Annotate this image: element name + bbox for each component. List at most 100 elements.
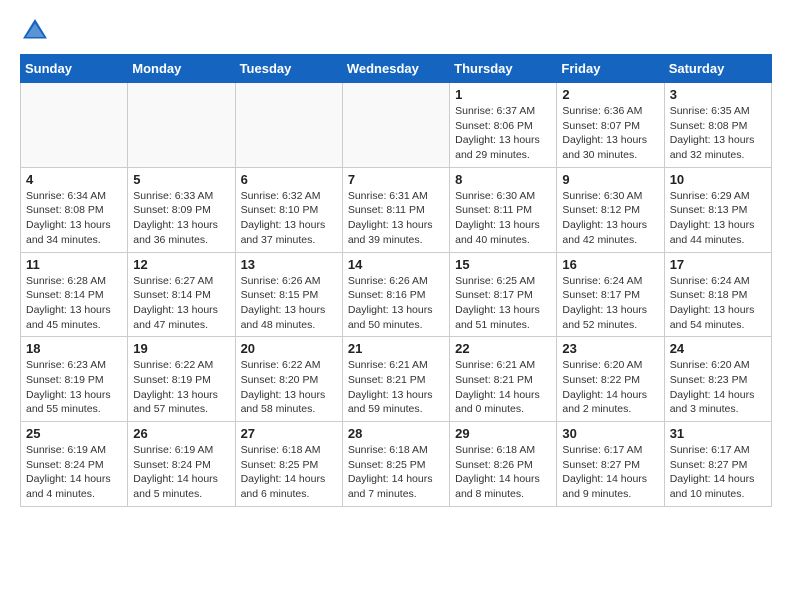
calendar-table: SundayMondayTuesdayWednesdayThursdayFrid… — [20, 54, 772, 507]
calendar-cell: 26 Sunrise: 6:19 AM Sunset: 8:24 PM Dayli… — [128, 422, 235, 507]
calendar-cell: 19Sunrise: 6:22 AM Sunset: 8:19 PM Dayli… — [128, 337, 235, 422]
header — [20, 16, 772, 46]
calendar-week-4: 18 Sunrise: 6:23 AM Sunset: 8:19 PM Dayli… — [21, 337, 772, 422]
day-info: Sunrise: 6:26 AM Sunset: 8:15 PM Dayligh… — [241, 274, 337, 333]
calendar-cell: 12 Sunrise: 6:27 AM Sunset: 8:14 PM Dayli… — [128, 252, 235, 337]
calendar-cell: 9 Sunrise: 6:30 AM Sunset: 8:12 PM Daylig… — [557, 167, 664, 252]
day-info: Sunrise: 6:20 AM Sunset: 8:22 PM Dayligh… — [562, 358, 658, 417]
day-info: Sunrise: 6:23 AM Sunset: 8:19 PM Dayligh… — [26, 358, 122, 417]
day-number: 13 — [241, 257, 337, 272]
day-number: 27 — [241, 426, 337, 441]
day-number: 31 — [670, 426, 766, 441]
weekday-header-friday: Friday — [557, 55, 664, 83]
day-info: Sunrise: 6:22 AM Sunset: 8:20 PM Dayligh… — [241, 358, 337, 417]
day-number: 25 — [26, 426, 122, 441]
day-number: 29 — [455, 426, 551, 441]
day-info: Sunrise: 6:28 AM Sunset: 8:14 PM Dayligh… — [26, 274, 122, 333]
calendar-cell — [128, 83, 235, 168]
day-number: 1 — [455, 87, 551, 102]
day-number: 21 — [348, 341, 444, 356]
day-info: Sunrise: 6:25 AM Sunset: 8:17 PM Dayligh… — [455, 274, 551, 333]
day-info: Sunrise: 6:34 AM Sunset: 8:08 PM Dayligh… — [26, 189, 122, 248]
calendar-cell: 21Sunrise: 6:21 AM Sunset: 8:21 PM Dayli… — [342, 337, 449, 422]
day-info: Sunrise: 6:17 AM Sunset: 8:27 PM Dayligh… — [562, 443, 658, 502]
calendar-cell — [342, 83, 449, 168]
day-info: Sunrise: 6:24 AM Sunset: 8:18 PM Dayligh… — [670, 274, 766, 333]
main-container: SundayMondayTuesdayWednesdayThursdayFrid… — [0, 0, 792, 527]
day-number: 17 — [670, 257, 766, 272]
day-info: Sunrise: 6:18 AM Sunset: 8:25 PM Dayligh… — [348, 443, 444, 502]
day-info: Sunrise: 6:30 AM Sunset: 8:12 PM Dayligh… — [562, 189, 658, 248]
day-number: 16 — [562, 257, 658, 272]
calendar-cell: 23Sunrise: 6:20 AM Sunset: 8:22 PM Dayli… — [557, 337, 664, 422]
weekday-header-row: SundayMondayTuesdayWednesdayThursdayFrid… — [21, 55, 772, 83]
day-number: 4 — [26, 172, 122, 187]
day-number: 2 — [562, 87, 658, 102]
weekday-header-wednesday: Wednesday — [342, 55, 449, 83]
day-info: Sunrise: 6:35 AM Sunset: 8:08 PM Dayligh… — [670, 104, 766, 163]
calendar-cell: 4 Sunrise: 6:34 AM Sunset: 8:08 PM Daylig… — [21, 167, 128, 252]
day-info: Sunrise: 6:27 AM Sunset: 8:14 PM Dayligh… — [133, 274, 229, 333]
day-info: Sunrise: 6:17 AM Sunset: 8:27 PM Dayligh… — [670, 443, 766, 502]
day-number: 12 — [133, 257, 229, 272]
day-number: 9 — [562, 172, 658, 187]
day-info: Sunrise: 6:22 AM Sunset: 8:19 PM Dayligh… — [133, 358, 229, 417]
calendar-cell: 14 Sunrise: 6:26 AM Sunset: 8:16 PM Dayli… — [342, 252, 449, 337]
day-number: 22 — [455, 341, 551, 356]
day-info: Sunrise: 6:31 AM Sunset: 8:11 PM Dayligh… — [348, 189, 444, 248]
weekday-header-thursday: Thursday — [450, 55, 557, 83]
day-number: 14 — [348, 257, 444, 272]
day-info: Sunrise: 6:19 AM Sunset: 8:24 PM Dayligh… — [133, 443, 229, 502]
calendar-cell: 13 Sunrise: 6:26 AM Sunset: 8:15 PM Dayli… — [235, 252, 342, 337]
calendar-cell: 3 Sunrise: 6:35 AM Sunset: 8:08 PM Daylig… — [664, 83, 771, 168]
day-number: 6 — [241, 172, 337, 187]
calendar-cell: 1 Sunrise: 6:37 AM Sunset: 8:06 PM Daylig… — [450, 83, 557, 168]
day-number: 30 — [562, 426, 658, 441]
calendar-cell: 20 Sunrise: 6:22 AM Sunset: 8:20 PM Dayli… — [235, 337, 342, 422]
calendar-cell: 25 Sunrise: 6:19 AM Sunset: 8:24 PM Dayli… — [21, 422, 128, 507]
calendar-cell: 16 Sunrise: 6:24 AM Sunset: 8:17 PM Dayli… — [557, 252, 664, 337]
day-info: Sunrise: 6:18 AM Sunset: 8:26 PM Dayligh… — [455, 443, 551, 502]
logo-icon — [20, 16, 50, 46]
day-info: Sunrise: 6:19 AM Sunset: 8:24 PM Dayligh… — [26, 443, 122, 502]
weekday-header-sunday: Sunday — [21, 55, 128, 83]
calendar-week-3: 11 Sunrise: 6:28 AM Sunset: 8:14 PM Dayli… — [21, 252, 772, 337]
calendar-cell: 18 Sunrise: 6:23 AM Sunset: 8:19 PM Dayli… — [21, 337, 128, 422]
day-number: 26 — [133, 426, 229, 441]
calendar-cell: 28Sunrise: 6:18 AM Sunset: 8:25 PM Dayli… — [342, 422, 449, 507]
day-number: 3 — [670, 87, 766, 102]
calendar-body: 1 Sunrise: 6:37 AM Sunset: 8:06 PM Daylig… — [21, 83, 772, 507]
calendar-cell: 22 Sunrise: 6:21 AM Sunset: 8:21 PM Dayli… — [450, 337, 557, 422]
calendar-cell: 6 Sunrise: 6:32 AM Sunset: 8:10 PM Daylig… — [235, 167, 342, 252]
day-info: Sunrise: 6:26 AM Sunset: 8:16 PM Dayligh… — [348, 274, 444, 333]
weekday-header-tuesday: Tuesday — [235, 55, 342, 83]
calendar-cell: 5 Sunrise: 6:33 AM Sunset: 8:09 PM Daylig… — [128, 167, 235, 252]
calendar-week-1: 1 Sunrise: 6:37 AM Sunset: 8:06 PM Daylig… — [21, 83, 772, 168]
calendar-cell: 2 Sunrise: 6:36 AM Sunset: 8:07 PM Daylig… — [557, 83, 664, 168]
calendar-cell: 8Sunrise: 6:30 AM Sunset: 8:11 PM Daylig… — [450, 167, 557, 252]
calendar-cell: 11 Sunrise: 6:28 AM Sunset: 8:14 PM Dayli… — [21, 252, 128, 337]
day-info: Sunrise: 6:24 AM Sunset: 8:17 PM Dayligh… — [562, 274, 658, 333]
day-number: 11 — [26, 257, 122, 272]
day-info: Sunrise: 6:21 AM Sunset: 8:21 PM Dayligh… — [455, 358, 551, 417]
day-number: 5 — [133, 172, 229, 187]
calendar-cell: 17 Sunrise: 6:24 AM Sunset: 8:18 PM Dayli… — [664, 252, 771, 337]
day-number: 20 — [241, 341, 337, 356]
day-info: Sunrise: 6:32 AM Sunset: 8:10 PM Dayligh… — [241, 189, 337, 248]
day-number: 15 — [455, 257, 551, 272]
calendar-week-5: 25 Sunrise: 6:19 AM Sunset: 8:24 PM Dayli… — [21, 422, 772, 507]
calendar-cell — [21, 83, 128, 168]
logo — [20, 16, 52, 46]
day-number: 18 — [26, 341, 122, 356]
day-info: Sunrise: 6:18 AM Sunset: 8:25 PM Dayligh… — [241, 443, 337, 502]
calendar-cell: 24Sunrise: 6:20 AM Sunset: 8:23 PM Dayli… — [664, 337, 771, 422]
day-info: Sunrise: 6:36 AM Sunset: 8:07 PM Dayligh… — [562, 104, 658, 163]
day-info: Sunrise: 6:33 AM Sunset: 8:09 PM Dayligh… — [133, 189, 229, 248]
day-info: Sunrise: 6:20 AM Sunset: 8:23 PM Dayligh… — [670, 358, 766, 417]
calendar-cell: 31 Sunrise: 6:17 AM Sunset: 8:27 PM Dayli… — [664, 422, 771, 507]
calendar-header: SundayMondayTuesdayWednesdayThursdayFrid… — [21, 55, 772, 83]
calendar-cell: 30 Sunrise: 6:17 AM Sunset: 8:27 PM Dayli… — [557, 422, 664, 507]
calendar-cell — [235, 83, 342, 168]
calendar-cell: 7Sunrise: 6:31 AM Sunset: 8:11 PM Daylig… — [342, 167, 449, 252]
day-info: Sunrise: 6:37 AM Sunset: 8:06 PM Dayligh… — [455, 104, 551, 163]
